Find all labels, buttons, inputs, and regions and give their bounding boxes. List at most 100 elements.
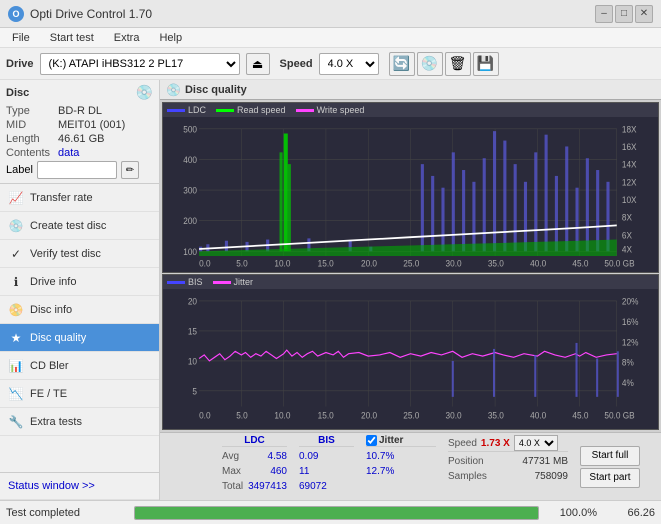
sidebar-item-label: Drive info [30, 276, 76, 288]
svg-text:45.0: 45.0 [572, 258, 588, 269]
save-button[interactable]: 💾 [473, 52, 499, 76]
create-test-disc-icon: 💿 [8, 218, 24, 234]
svg-text:40.0: 40.0 [530, 410, 546, 421]
status-text: Test completed [6, 507, 126, 519]
samples-row: Samples 758099 [448, 469, 568, 484]
speed-stats: Speed 1.73 X 4.0 X Position 47731 MB Sam… [448, 435, 568, 498]
disc-button[interactable]: 💿 [417, 52, 443, 76]
ldc-legend-label: LDC [188, 105, 206, 115]
svg-text:500: 500 [183, 124, 197, 135]
ldc-legend-color [167, 109, 185, 112]
speed-value: 1.73 X [481, 438, 510, 449]
start-full-button[interactable]: Start full [580, 446, 640, 466]
sidebar-item-verify-test-disc[interactable]: ✓ Verify test disc [0, 240, 159, 268]
read-speed-legend-color [216, 109, 234, 112]
fe-te-icon: 📉 [8, 386, 24, 402]
disc-type-label: Type [6, 105, 58, 117]
bis-legend-label: BIS [188, 277, 203, 287]
app-title: Opti Drive Control 1.70 [30, 7, 152, 21]
sidebar-item-extra-tests[interactable]: 🔧 Extra tests [0, 408, 159, 436]
disc-length-value: 46.61 GB [58, 133, 104, 145]
sidebar-item-disc-quality[interactable]: ★ Disc quality [0, 324, 159, 352]
sidebar-item-label: FE / TE [30, 388, 67, 400]
drive-select[interactable]: (K:) ATAPI iHBS312 2 PL17 [40, 53, 240, 75]
svg-text:40.0: 40.0 [530, 258, 546, 269]
ldc-header: LDC [222, 435, 287, 447]
svg-text:12X: 12X [622, 177, 637, 188]
menu-help[interactable]: Help [151, 31, 190, 45]
eject-button[interactable]: ⏏ [246, 53, 270, 75]
disc-length-row: Length 46.61 GB [6, 133, 153, 145]
speed-label: Speed [280, 58, 313, 70]
disc-label-edit-button[interactable]: ✏ [121, 161, 139, 179]
ldc-avg-label: Avg [222, 451, 239, 462]
jitter-header: Jitter [379, 435, 403, 446]
sidebar-item-create-test-disc[interactable]: 💿 Create test disc [0, 212, 159, 240]
extra-tests-icon: 🔧 [8, 414, 24, 430]
menu-file[interactable]: File [4, 31, 38, 45]
sidebar-item-label: Verify test disc [30, 248, 101, 260]
samples-label: Samples [448, 471, 487, 482]
progress-fill [135, 507, 538, 519]
read-speed-legend-label: Read speed [237, 105, 286, 115]
disc-label-text: Label [6, 164, 33, 176]
disc-quality-title: Disc quality [185, 84, 247, 96]
svg-text:45.0: 45.0 [572, 410, 588, 421]
sidebar: Disc 💿 Type BD-R DL MID MEIT01 (001) Len… [0, 80, 160, 500]
erase-button[interactable]: 🗑 [445, 52, 471, 76]
disc-panel-title: Disc [6, 87, 29, 99]
position-label: Position [448, 456, 484, 467]
svg-text:14X: 14X [622, 159, 637, 170]
jitter-checkbox[interactable] [366, 435, 377, 446]
progress-bar [134, 506, 539, 520]
svg-text:5: 5 [192, 386, 197, 397]
bis-header: BIS [299, 435, 354, 447]
maximize-button[interactable]: □ [615, 5, 633, 23]
sidebar-item-disc-info[interactable]: 📀 Disc info [0, 296, 159, 324]
menu-bar: File Start test Extra Help [0, 28, 661, 48]
start-part-button[interactable]: Start part [580, 468, 640, 488]
sidebar-item-label: Create test disc [30, 220, 106, 232]
sidebar-item-drive-info[interactable]: ℹ Drive info [0, 268, 159, 296]
ldc-max-label: Max [222, 466, 241, 477]
jitter-max-value: 12.7% [366, 466, 394, 477]
refresh-button[interactable]: 🔄 [389, 52, 415, 76]
content-area: 💿 Disc quality LDC Read speed [160, 80, 661, 500]
jitter-legend-label: Jitter [234, 277, 254, 287]
svg-text:4%: 4% [622, 378, 634, 389]
svg-text:20: 20 [188, 296, 197, 307]
svg-text:50.0 GB: 50.0 GB [604, 258, 634, 269]
sidebar-item-cd-bler[interactable]: 📊 CD Bler [0, 352, 159, 380]
disc-label-input[interactable] [37, 161, 117, 179]
ldc-avg-row: Avg 4.58 [222, 449, 287, 464]
bis-total-row: 69072 [299, 479, 354, 494]
svg-text:15: 15 [188, 326, 197, 337]
drive-label: Drive [6, 58, 34, 70]
svg-text:25.0: 25.0 [403, 410, 419, 421]
speed-select[interactable]: 4.0 X [319, 53, 379, 75]
bis-avg-value: 0.09 [299, 451, 318, 462]
action-buttons: Start full Start part [580, 435, 640, 498]
svg-text:10X: 10X [622, 195, 637, 206]
sidebar-item-transfer-rate[interactable]: 📈 Transfer rate [0, 184, 159, 212]
close-button[interactable]: ✕ [635, 5, 653, 23]
disc-info-icon: 📀 [8, 302, 24, 318]
jitter-max-row: 12.7% [366, 464, 436, 479]
sidebar-item-fe-te[interactable]: 📉 FE / TE [0, 380, 159, 408]
disc-panel: Disc 💿 Type BD-R DL MID MEIT01 (001) Len… [0, 80, 159, 184]
speed-unit-select[interactable]: 4.0 X [514, 435, 558, 451]
ldc-max-row: Max 460 [222, 464, 287, 479]
jitter-stats: Jitter 10.7% 12.7% [366, 435, 436, 498]
menu-start-test[interactable]: Start test [42, 31, 102, 45]
ldc-max-value: 460 [270, 466, 287, 477]
status-window-button[interactable]: Status window >> [0, 472, 159, 500]
ldc-total-label: Total [222, 481, 243, 492]
svg-text:6X: 6X [622, 230, 632, 241]
menu-extra[interactable]: Extra [106, 31, 148, 45]
verify-test-disc-icon: ✓ [8, 246, 24, 262]
sidebar-item-label: Extra tests [30, 416, 82, 428]
chart-bis: BIS Jitter [162, 274, 659, 430]
svg-text:15.0: 15.0 [318, 410, 334, 421]
minimize-button[interactable]: – [595, 5, 613, 23]
bis-avg-row: 0.09 [299, 449, 354, 464]
